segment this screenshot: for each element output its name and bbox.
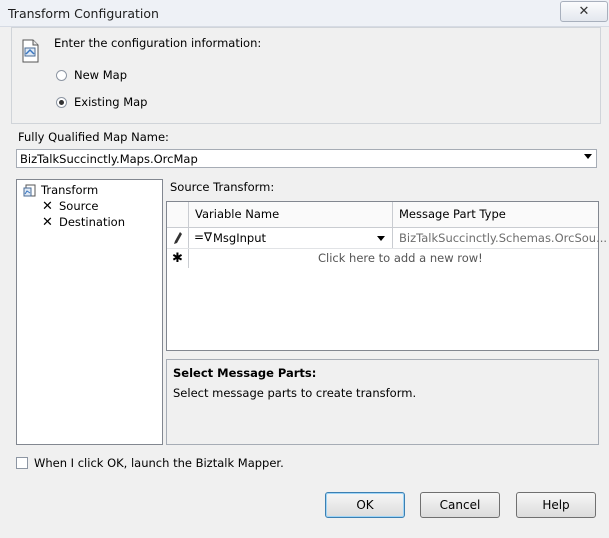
existing-map-radio[interactable] (56, 97, 67, 108)
message-parts-panel: Select Message Parts: Select message par… (166, 359, 599, 445)
document-config-icon (20, 39, 40, 63)
chevron-down-icon[interactable] (584, 154, 592, 159)
variable-name-value: MsgInput (213, 231, 266, 245)
existing-map-label[interactable]: Existing Map (74, 95, 147, 109)
tree-node-transform[interactable]: Transform (41, 183, 98, 197)
column-header-variable-name[interactable]: Variable Name (189, 202, 393, 227)
source-transform-grid: Variable Name Message Part Type =∇ MsgIn… (166, 201, 607, 351)
grid-header: Variable Name Message Part Type (167, 202, 598, 228)
add-new-row-link[interactable]: Click here to add a new row! (318, 251, 483, 265)
ok-button[interactable]: OK (325, 492, 405, 518)
cancel-button[interactable]: Cancel (420, 492, 500, 518)
help-button[interactable]: Help (516, 492, 596, 518)
title-bar: Transform Configuration ✕ (0, 0, 609, 27)
chevron-down-icon[interactable] (377, 236, 385, 241)
source-transform-label: Source Transform: (170, 180, 275, 194)
map-name-value: BizTalkSuccinctly.Maps.OrcMap (20, 152, 198, 166)
transform-node-icon (23, 184, 37, 198)
message-part-type-value: BizTalkSuccinctly.Schemas.OrcSou... (399, 231, 608, 245)
transform-tree[interactable]: Transform ✕ Source ✕ Destination (16, 179, 163, 445)
close-icon: ✕ (578, 4, 590, 19)
close-button[interactable]: ✕ (560, 1, 608, 22)
map-name-label: Fully Qualified Map Name: (18, 130, 169, 144)
tree-node-source[interactable]: Source (59, 199, 99, 213)
map-name-combobox[interactable]: BizTalkSuccinctly.Maps.OrcMap (16, 149, 597, 168)
instruction-text: Enter the configuration information: (54, 36, 262, 50)
grid-corner (167, 202, 189, 227)
new-map-label[interactable]: New Map (74, 68, 127, 82)
pencil-icon (173, 232, 182, 244)
launch-mapper-label[interactable]: When I click OK, launch the Biztalk Mapp… (34, 456, 284, 470)
variable-icon: =∇ (194, 230, 213, 244)
message-parts-description: Select message parts to create transform… (173, 386, 417, 400)
tree-node-destination[interactable]: Destination (59, 215, 125, 229)
window-title: Transform Configuration (8, 6, 159, 21)
column-header-message-part-type[interactable]: Message Part Type (393, 202, 598, 227)
row-edit-indicator (167, 228, 189, 248)
new-row-asterisk-icon: ✱ (167, 249, 189, 268)
destination-cross-icon: ✕ (42, 215, 53, 230)
new-row[interactable]: ✱ Click here to add a new row! (167, 249, 598, 268)
source-cross-icon: ✕ (42, 199, 53, 214)
table-row[interactable]: =∇ MsgInput BizTalkSuccinctly.Schemas.Or… (167, 228, 607, 249)
new-map-radio[interactable] (56, 70, 67, 81)
message-parts-heading: Select Message Parts: (173, 366, 317, 380)
variable-name-cell[interactable]: =∇ MsgInput (189, 228, 393, 248)
launch-mapper-checkbox[interactable] (16, 457, 28, 469)
